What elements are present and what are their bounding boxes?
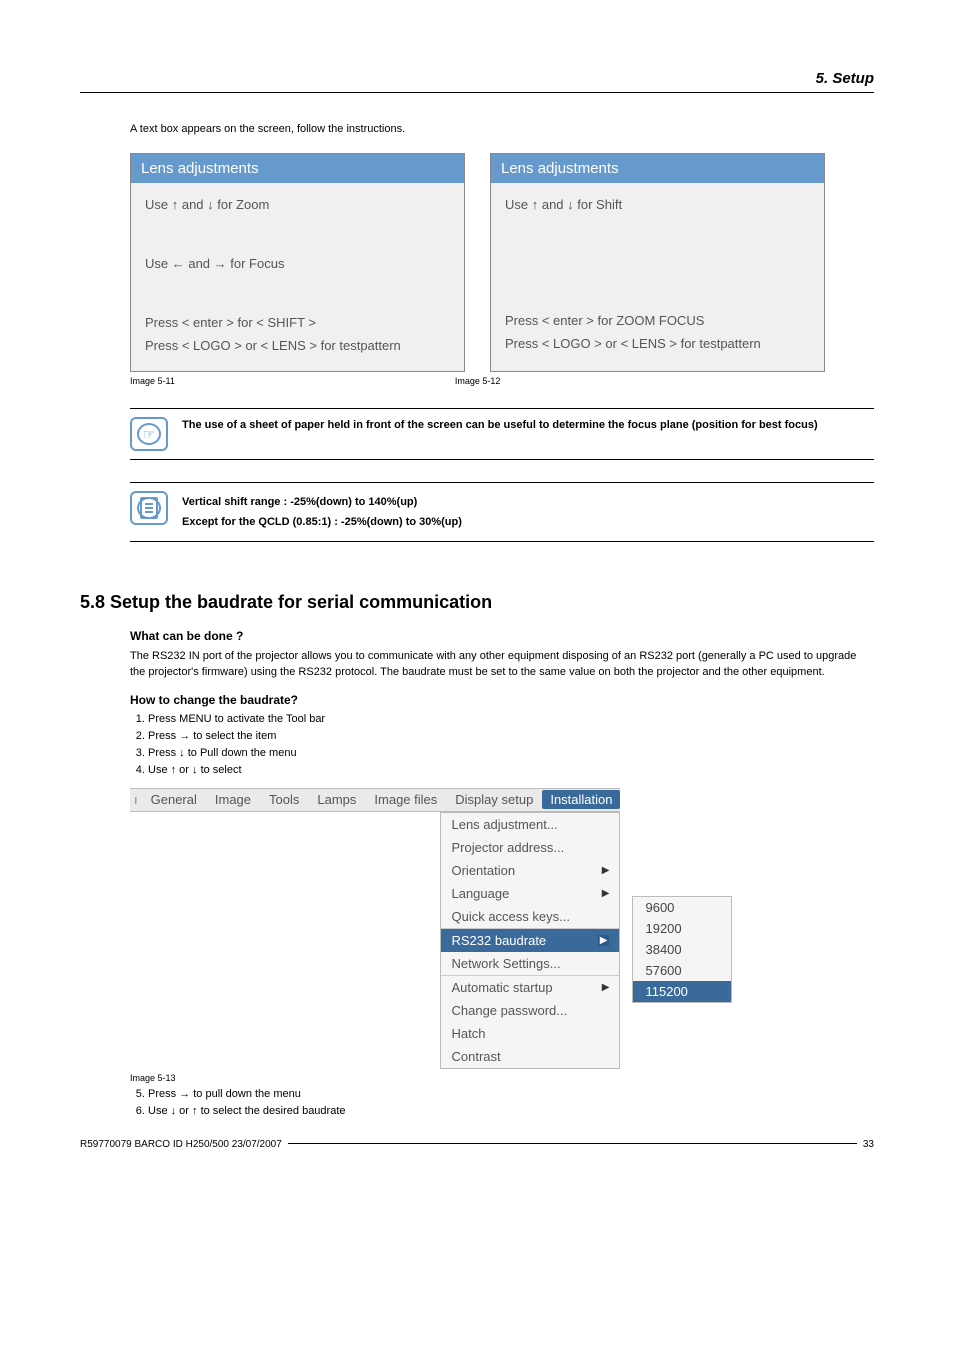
panel1-line3: Press < enter > for < SHIFT >: [145, 315, 450, 330]
step-2: Press → to select the item: [148, 730, 874, 742]
steps-list-b: Press → to pull down the menu Use ↓ or ↑…: [130, 1088, 874, 1117]
menu-general[interactable]: General: [142, 792, 206, 807]
panel1-line1: Use ↑ and ↓ for Zoom: [145, 197, 450, 212]
dropdown-item-5[interactable]: RS232 baudrate ▶: [441, 928, 619, 952]
menubar: ı General Image Tools Lamps Image files …: [130, 788, 620, 812]
para-what-can-be-done: The RS232 IN port of the projector allow…: [130, 649, 874, 681]
step-5: Press → to pull down the menu: [148, 1088, 874, 1100]
dropdown-label: Quick access keys...: [451, 909, 569, 924]
menu-image-files[interactable]: Image files: [365, 792, 446, 807]
panels-row: Lens adjustments Use ↑ and ↓ for Zoom Us…: [130, 153, 874, 372]
dropdown-item-8[interactable]: Change password...: [441, 999, 619, 1022]
submenu-item-115200[interactable]: 115200: [633, 981, 731, 1002]
sub-what-can-be-done: What can be done ?: [130, 629, 874, 643]
caption-5-12: Image 5-12: [455, 376, 501, 386]
dropdown-label: Automatic startup: [451, 980, 552, 995]
dropdown-label: RS232 baudrate: [451, 933, 546, 948]
submenu-item-19200[interactable]: 19200: [633, 918, 731, 939]
chevron-right-icon: ▶: [602, 982, 610, 993]
dropdown-item-10[interactable]: Contrast: [441, 1045, 619, 1068]
dropdown-item-0[interactable]: Lens adjustment...: [441, 813, 619, 836]
menu-screenshot: ı General Image Tools Lamps Image files …: [130, 788, 874, 1069]
dropdown-label: Projector address...: [451, 840, 564, 855]
menu-tools[interactable]: Tools: [260, 792, 308, 807]
dropdown-item-9[interactable]: Hatch: [441, 1022, 619, 1045]
step-6: Use ↓ or ↑ to select the desired baudrat…: [148, 1105, 874, 1117]
panel2-line4: Press < LOGO > or < LENS > for testpatte…: [505, 336, 810, 351]
dropdown-label: Network Settings...: [451, 956, 560, 971]
menu-display-setup[interactable]: Display setup: [446, 792, 542, 807]
caption-5-13: Image 5-13: [130, 1073, 874, 1083]
note-focus-plane: ☞ The use of a sheet of paper held in fr…: [130, 408, 874, 460]
panel-lens-zoom: Lens adjustments Use ↑ and ↓ for Zoom Us…: [130, 153, 465, 372]
baudrate-submenu: 9600192003840057600115200: [632, 896, 732, 1003]
chevron-right-icon: ▶: [598, 935, 610, 946]
step-3: Press ↓ to Pull down the menu: [148, 747, 874, 759]
image-captions-row: Image 5-11 Image 5-12: [130, 376, 874, 386]
dropdown-item-6[interactable]: Network Settings...: [441, 952, 619, 975]
section-5-8-heading: 5.8 Setup the baudrate for serial commun…: [80, 592, 874, 613]
document-icon: [130, 491, 168, 525]
hand-point-icon: ☞: [130, 417, 168, 451]
panel1-body: Use ↑ and ↓ for Zoom Use ← and → for Foc…: [131, 183, 464, 371]
panel-lens-shift: Lens adjustments Use ↑ and ↓ for Shift P…: [490, 153, 825, 372]
dropdown-item-1[interactable]: Projector address...: [441, 836, 619, 859]
footer-pagenum: 33: [857, 1139, 874, 1150]
dropdown-item-2[interactable]: Orientation ▶: [441, 859, 619, 882]
menu-lamps[interactable]: Lamps: [308, 792, 365, 807]
note2-line1: Vertical shift range : -25%(down) to 140…: [182, 494, 462, 511]
chevron-right-icon: ▶: [602, 888, 610, 899]
dropdown-item-7[interactable]: Automatic startup ▶: [441, 975, 619, 999]
dropdown-label: Hatch: [451, 1026, 485, 1041]
dropdown-item-4[interactable]: Quick access keys...: [441, 905, 619, 928]
step-1: Press MENU to activate the Tool bar: [148, 713, 874, 725]
note2-line2: Except for the QCLD (0.85:1) : -25%(down…: [182, 514, 462, 531]
sub-how-to-change: How to change the baudrate?: [130, 693, 874, 707]
dropdown-label: Orientation: [451, 863, 515, 878]
menu-left-col: ı General Image Tools Lamps Image files …: [130, 788, 620, 1069]
submenu-item-38400[interactable]: 38400: [633, 939, 731, 960]
steps-list-a: Press MENU to activate the Tool bar Pres…: [130, 713, 874, 776]
note2-text: Vertical shift range : -25%(down) to 140…: [182, 491, 462, 533]
submenu-item-57600[interactable]: 57600: [633, 960, 731, 981]
page-footer: R59770079 BARCO ID H250/500 23/07/2007 3…: [80, 1143, 874, 1155]
menu-image[interactable]: Image: [206, 792, 260, 807]
menu-installation[interactable]: Installation: [542, 790, 620, 809]
panel2-line3: Press < enter > for ZOOM FOCUS: [505, 313, 810, 328]
note1-text: The use of a sheet of paper held in fron…: [182, 417, 818, 434]
dropdown-label: Lens adjustment...: [451, 817, 557, 832]
panel2-line1: Use ↑ and ↓ for Shift: [505, 197, 810, 212]
panel1-line2: Use ← and → for Focus: [145, 256, 450, 271]
dropdown-label: Contrast: [451, 1049, 500, 1064]
note-shift-range: Vertical shift range : -25%(down) to 140…: [130, 482, 874, 542]
dropdown-label: Language: [451, 886, 509, 901]
step-4: Use ↑ or ↓ to select: [148, 764, 874, 776]
chevron-right-icon: ▶: [602, 865, 610, 876]
page-header-section: 5. Setup: [80, 70, 874, 93]
footer-docref: R59770079 BARCO ID H250/500 23/07/2007: [80, 1139, 288, 1150]
dropdown-label: Change password...: [451, 1003, 567, 1018]
installation-dropdown: Lens adjustment... Projector address... Or…: [440, 812, 620, 1069]
caption-5-11: Image 5-11: [130, 376, 175, 386]
dropdown-item-3[interactable]: Language ▶: [441, 882, 619, 905]
submenu-item-9600[interactable]: 9600: [633, 897, 731, 918]
panel2-title: Lens adjustments: [491, 154, 824, 183]
panel1-title: Lens adjustments: [131, 154, 464, 183]
panel1-line4: Press < LOGO > or < LENS > for testpatte…: [145, 338, 450, 353]
intro-text: A text box appears on the screen, follow…: [130, 123, 874, 135]
panel2-body: Use ↑ and ↓ for Shift Press < enter > fo…: [491, 183, 824, 369]
